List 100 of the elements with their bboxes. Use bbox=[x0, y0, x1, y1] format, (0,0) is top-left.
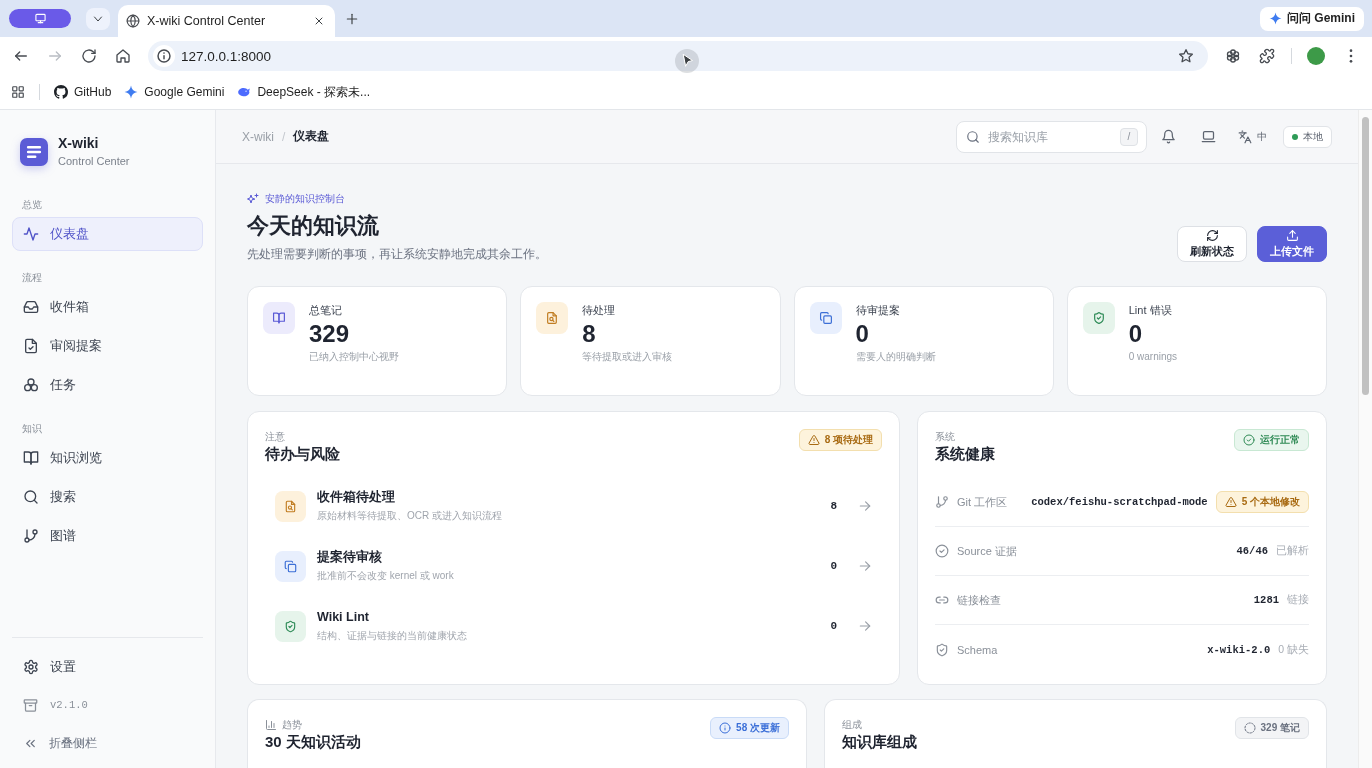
sparkle-icon bbox=[124, 85, 139, 99]
info-icon[interactable] bbox=[153, 45, 175, 67]
badge-label: 329 笔记 bbox=[1260, 721, 1300, 735]
nav-item[interactable]: 搜索 bbox=[12, 480, 203, 514]
stat-note: 0 warnings bbox=[1128, 350, 1178, 364]
close-icon bbox=[313, 15, 325, 27]
settings-icon bbox=[23, 659, 39, 675]
workspace-button[interactable] bbox=[9, 9, 71, 28]
app-subtitle: Control Center bbox=[58, 154, 130, 169]
branch-icon bbox=[935, 495, 949, 509]
todo-title: 提案待审核 bbox=[317, 549, 382, 566]
stat-label: 待审提案 bbox=[855, 303, 900, 317]
health-note: 0 缺失 bbox=[1278, 642, 1309, 657]
nav-item[interactable]: 任务 bbox=[12, 368, 203, 402]
check-circle-icon bbox=[935, 544, 949, 558]
nav-item[interactable]: 图谱 bbox=[12, 519, 203, 553]
bookmark-link[interactable]: GitHub bbox=[48, 79, 118, 105]
check-circle-icon bbox=[1243, 434, 1255, 446]
sparkles-icon bbox=[247, 193, 259, 205]
file-check-icon bbox=[23, 338, 39, 354]
stat-value: 0 bbox=[1128, 320, 1143, 348]
upload-icon bbox=[1285, 229, 1299, 242]
copy-icon bbox=[809, 302, 842, 334]
badge-label: 58 次更新 bbox=[736, 721, 780, 735]
health-value: 1281 bbox=[1253, 594, 1279, 606]
health-label: Source 证据 bbox=[957, 543, 1017, 559]
scrollbar-thumb[interactable] bbox=[1362, 117, 1369, 395]
panel-title: 知识库组成 bbox=[842, 732, 917, 752]
refresh-icon bbox=[1205, 229, 1219, 242]
nav-item[interactable]: 审阅提案 bbox=[12, 329, 203, 363]
bell-icon bbox=[1160, 129, 1176, 144]
bookmark-link[interactable]: DeepSeek - 探索未... bbox=[231, 79, 377, 105]
health-note: 链接 bbox=[1287, 593, 1309, 607]
nav-item[interactable]: 设置 bbox=[12, 650, 203, 684]
section-label: 总览 bbox=[21, 198, 42, 212]
link-icon bbox=[935, 593, 949, 607]
inbox-icon bbox=[23, 299, 39, 315]
panel-title: 30 天知识活动 bbox=[265, 732, 361, 752]
puzzle-icon[interactable] bbox=[1259, 48, 1275, 64]
hero-eyebrow: 安静的知识控制台 bbox=[265, 192, 345, 206]
health-label: 链接检查 bbox=[957, 592, 1001, 608]
file-search-icon bbox=[275, 490, 306, 522]
stat-note: 已纳入控制中心视野 bbox=[309, 350, 399, 364]
panel-eyebrow: 注意 bbox=[265, 430, 285, 443]
stat-note: 等待提取或进入审核 bbox=[582, 350, 673, 364]
todo-count: 8 bbox=[830, 500, 837, 512]
search-icon bbox=[966, 129, 980, 144]
version-label: v2.1.0 bbox=[50, 699, 88, 711]
translate-icon bbox=[1238, 129, 1252, 144]
mode-button[interactable]: 本地 bbox=[1283, 125, 1332, 148]
section-label: 流程 bbox=[21, 271, 42, 285]
forward-arrow-icon bbox=[47, 48, 63, 64]
upload-button[interactable]: 上传文件 bbox=[1257, 226, 1327, 262]
health-value: codex/feishu-scratchpad-mode bbox=[1031, 496, 1208, 508]
stat-label: Lint 错误 bbox=[1128, 303, 1172, 317]
shield-check-icon bbox=[1082, 302, 1115, 334]
screen-icon bbox=[33, 13, 47, 24]
flower-icon[interactable] bbox=[1225, 48, 1241, 64]
nav-item[interactable]: 仪表盘 bbox=[12, 217, 203, 251]
stat-value: 8 bbox=[582, 320, 596, 348]
address-bar[interactable]: 127.0.0.1:8000 bbox=[148, 41, 1208, 71]
nav-item[interactable]: 知识浏览 bbox=[12, 441, 203, 475]
cat-icon bbox=[54, 85, 68, 99]
todo-description: 结构、证据与链接的当前健康状态 bbox=[317, 629, 467, 643]
info-icon bbox=[719, 722, 732, 734]
pulse-icon bbox=[23, 226, 39, 242]
breadcrumb-separator: / bbox=[282, 129, 286, 144]
refresh-button[interactable]: 刷新状态 bbox=[1177, 226, 1247, 262]
assistant-button[interactable]: 问问 Gemini bbox=[1260, 6, 1364, 31]
todo-count: 0 bbox=[830, 620, 837, 632]
copy-icon bbox=[275, 550, 306, 582]
sparkle-icon bbox=[1269, 12, 1282, 25]
health-label: Git 工作区 bbox=[957, 494, 1008, 510]
star-icon[interactable] bbox=[1178, 48, 1194, 64]
collapse-sidebar-button[interactable]: 折叠侧栏 bbox=[12, 726, 203, 760]
shield-check-icon bbox=[275, 610, 306, 642]
page-title: 今天的知识流 bbox=[247, 212, 380, 240]
reload-icon bbox=[81, 48, 97, 64]
status-dot-icon bbox=[1292, 133, 1298, 140]
nav-item[interactable]: 收件箱 bbox=[12, 290, 203, 324]
avatar-icon[interactable] bbox=[1307, 47, 1325, 65]
laptop-icon bbox=[1200, 129, 1216, 144]
panel-eyebrow: 趋势 bbox=[282, 718, 302, 731]
apps-icon[interactable] bbox=[11, 85, 25, 99]
language-button[interactable]: 中 bbox=[1234, 122, 1271, 151]
stat-value: 329 bbox=[309, 320, 350, 348]
todo-title: Wiki Lint bbox=[317, 609, 369, 626]
fish-icon bbox=[237, 85, 252, 99]
todo-description: 原始材料等待提取、OCR 或进入知识流程 bbox=[317, 509, 502, 523]
panel-title: 待办与风险 bbox=[265, 444, 340, 464]
browser-tab[interactable]: X-wiki Control Center bbox=[118, 5, 335, 37]
back-arrow-icon bbox=[13, 48, 29, 64]
bookmark-link[interactable]: Google Gemini bbox=[118, 79, 231, 105]
bar-chart-icon bbox=[265, 718, 277, 731]
stat-label: 待处理 bbox=[582, 303, 616, 317]
home-icon bbox=[115, 48, 131, 64]
page-subtitle: 先处理需要判断的事项，再让系统安静地完成其余工作。 bbox=[247, 246, 547, 262]
section-label: 知识 bbox=[21, 422, 42, 436]
warning-icon bbox=[807, 434, 820, 446]
stat-label: 总笔记 bbox=[309, 303, 342, 317]
